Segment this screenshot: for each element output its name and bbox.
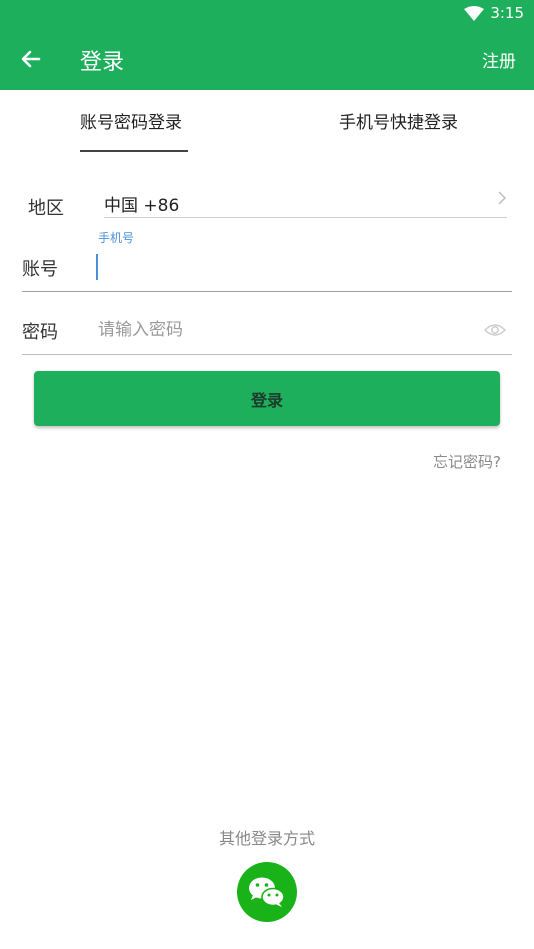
password-divider: [22, 354, 512, 355]
tab-phone-quick-login[interactable]: 手机号快捷登录: [339, 108, 458, 133]
region-selector[interactable]: 中国 +86: [104, 191, 179, 216]
region-divider: [104, 217, 507, 218]
account-label: 账号: [22, 259, 58, 280]
chevron-right-icon[interactable]: [495, 189, 509, 211]
arrow-left-icon[interactable]: [18, 46, 44, 76]
tab-account-password-login[interactable]: 账号密码登录: [80, 108, 182, 133]
status-bar: 3:15: [0, 0, 534, 28]
account-input[interactable]: [96, 254, 498, 280]
wifi-icon: [464, 6, 484, 25]
forgot-password-link[interactable]: 忘记密码?: [433, 451, 501, 472]
register-button[interactable]: 注册: [482, 47, 516, 72]
status-time: 3:15: [490, 4, 524, 22]
account-floating-hint: 手机号: [98, 231, 135, 245]
app-bar: 登录 注册: [0, 28, 534, 90]
other-login-label: 其他登录方式: [218, 829, 315, 848]
page-title: 登录: [80, 50, 125, 75]
wechat-icon: [249, 877, 285, 907]
login-button[interactable]: 登录: [34, 371, 500, 426]
password-label: 密码: [22, 322, 58, 343]
password-input[interactable]: [98, 316, 468, 344]
tab-selected-indicator: [80, 150, 188, 152]
wechat-login-button[interactable]: [237, 862, 297, 922]
region-label: 地区: [28, 198, 64, 219]
eye-icon[interactable]: [483, 321, 507, 343]
account-divider: [22, 291, 512, 292]
